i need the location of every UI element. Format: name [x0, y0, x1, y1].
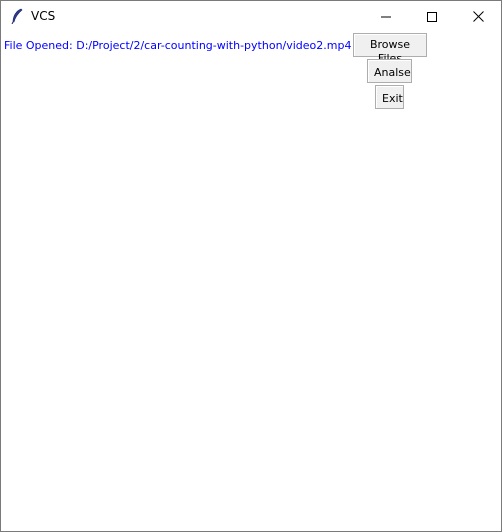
file-opened-label: File Opened: D:/Project/2/car-counting-w…	[4, 39, 352, 52]
maximize-icon	[427, 7, 437, 26]
app-window: VCS File Opened: D:/Project/2/car-counti…	[0, 0, 502, 532]
minimize-icon	[381, 7, 391, 26]
close-icon	[472, 7, 484, 26]
window-title: VCS	[31, 9, 56, 23]
title-bar[interactable]: VCS	[1, 1, 501, 31]
feather-icon	[10, 8, 24, 25]
close-button[interactable]	[455, 1, 501, 31]
analyse-button[interactable]: Analse	[367, 59, 412, 83]
minimize-button[interactable]	[363, 1, 409, 31]
maximize-button[interactable]	[409, 1, 455, 31]
exit-button[interactable]: Exit	[375, 85, 404, 109]
browse-files-button[interactable]: Browse Files	[353, 33, 427, 65]
client-area: File Opened: D:/Project/2/car-counting-w…	[1, 31, 501, 531]
